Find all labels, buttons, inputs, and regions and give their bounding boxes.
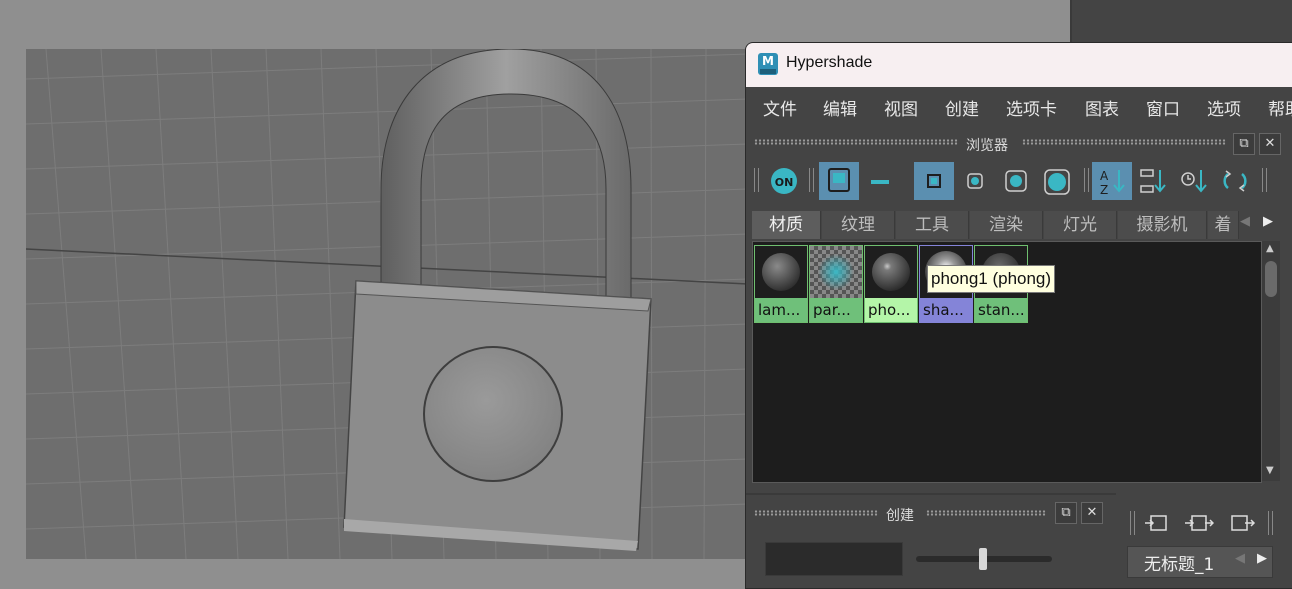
sort-az-icon: A Z — [1100, 169, 1125, 197]
large-icon-icon — [1005, 170, 1027, 192]
panel-drag-handle[interactable] — [754, 139, 958, 145]
toolbar-separator — [1130, 511, 1135, 535]
extra-large-icon-button[interactable] — [1037, 162, 1077, 200]
sort-by-name-button[interactable]: A Z — [1092, 162, 1132, 200]
menu-bar: 文件 编辑 视图 创建 选项卡 图表 窗口 选项 帮助 — [746, 89, 1292, 123]
input-output-connections-icon[interactable] — [1184, 513, 1215, 537]
sort-by-type-button[interactable] — [1133, 162, 1173, 200]
graph-tab-scroll-left-icon[interactable]: ◀ — [1235, 551, 1245, 566]
graph-tab[interactable]: 无标题_1 — [1127, 546, 1273, 578]
category-tabs: 材质 纹理 工具 渲染 灯光 摄影机 着 — [752, 211, 1239, 241]
hypershade-window: M Hypershade 文件 编辑 视图 创建 选项卡 图表 窗口 选项 帮助… — [745, 42, 1292, 589]
browser-panel-label: 浏览器 — [966, 138, 1008, 154]
swatch-label: sha... — [920, 298, 972, 322]
swatch-label: stan... — [975, 298, 1027, 322]
menu-file[interactable]: 文件 — [763, 95, 797, 120]
toolbar-separator — [1262, 168, 1267, 192]
sort-by-time-button[interactable] — [1174, 162, 1214, 200]
menu-help[interactable]: 帮助 — [1268, 95, 1292, 120]
svg-text:A: A — [1100, 169, 1109, 183]
create-panel-label: 创建 — [886, 508, 914, 524]
svg-text:ON: ON — [775, 176, 794, 189]
create-panel: 创建 ⧉ ✕ 无标题_1 ◀ ▶ — [746, 493, 1292, 588]
sort-type-icon — [1140, 169, 1166, 193]
graph-tab-scroll-right-icon[interactable]: ▶ — [1257, 551, 1267, 566]
refresh-icon — [1223, 170, 1247, 192]
toolbar-separator — [809, 168, 814, 192]
input-connections-icon[interactable] — [1144, 513, 1168, 537]
menu-tabs[interactable]: 选项卡 — [1006, 95, 1057, 120]
scrollbar-thumb[interactable] — [1265, 261, 1277, 297]
close-panel-icon[interactable]: ✕ — [1259, 133, 1281, 155]
small-icon-button[interactable] — [914, 162, 954, 200]
graph-tab-label: 无标题_1 — [1144, 555, 1215, 575]
padlock-model — [343, 49, 652, 551]
swatch-scrollbar[interactable]: ▲ ▼ — [1262, 241, 1280, 481]
menu-edit[interactable]: 编辑 — [823, 95, 857, 120]
toolbar-separator — [1268, 511, 1273, 535]
panel-drag-handle-right[interactable] — [926, 510, 1046, 516]
panel-drag-handle-right[interactable] — [1022, 139, 1226, 145]
toolbar-separator — [754, 168, 759, 192]
title-bar[interactable]: M Hypershade — [746, 43, 1292, 87]
tab-cameras[interactable]: 摄影机 — [1118, 211, 1207, 239]
float-panel-icon[interactable]: ⧉ — [1055, 502, 1077, 524]
viewport-scene — [26, 49, 748, 559]
menu-graph[interactable]: 图表 — [1085, 95, 1119, 120]
large-icon-button[interactable] — [996, 162, 1036, 200]
menu-view[interactable]: 视图 — [884, 95, 918, 120]
svg-text:Z: Z — [1100, 183, 1108, 197]
swatch-preview — [810, 246, 862, 298]
extra-large-icon-icon — [1044, 169, 1070, 195]
swatch-tooltip: phong1 (phong) — [927, 265, 1056, 293]
float-panel-icon[interactable]: ⧉ — [1233, 133, 1255, 155]
scroll-up-icon[interactable]: ▲ — [1266, 243, 1274, 254]
swatch-size-slider-thumb[interactable] — [979, 548, 987, 570]
refresh-button[interactable] — [1215, 162, 1255, 200]
swatch-label: pho... — [865, 298, 917, 322]
tab-lights[interactable]: 灯光 — [1044, 211, 1117, 239]
close-panel-icon[interactable]: ✕ — [1081, 502, 1103, 524]
swatch-particle-cloud[interactable]: par... — [809, 245, 863, 323]
tab-scroll-left-icon[interactable]: ◀ — [1240, 214, 1250, 229]
viewport-3d[interactable] — [26, 49, 748, 559]
menu-options[interactable]: 选项 — [1207, 95, 1241, 120]
swatch-phong[interactable]: pho... — [864, 245, 918, 323]
tab-shading-groups[interactable]: 着 — [1208, 211, 1239, 239]
swatch-view-icon — [828, 168, 850, 192]
menu-create[interactable]: 创建 — [945, 95, 979, 120]
tab-materials[interactable]: 材质 — [752, 211, 821, 239]
tab-scroll-right-icon[interactable]: ▶ — [1263, 214, 1273, 229]
maya-app-icon: M — [758, 53, 778, 75]
medium-icon-icon — [967, 173, 983, 189]
background-panel — [1070, 0, 1292, 42]
small-icon-icon — [927, 174, 941, 188]
panel-drag-handle[interactable] — [754, 510, 878, 516]
swatch-lambert[interactable]: lam... — [754, 245, 808, 323]
swatch-view-button[interactable] — [819, 162, 859, 200]
medium-icon-button[interactable] — [956, 162, 996, 200]
output-connections-icon[interactable] — [1230, 513, 1256, 537]
swatch-preview — [755, 246, 807, 298]
tab-rendering[interactable]: 渲染 — [970, 211, 1043, 239]
tab-textures[interactable]: 纹理 — [822, 211, 895, 239]
scroll-down-icon[interactable]: ▼ — [1266, 465, 1274, 476]
toolbar-separator — [1084, 168, 1089, 192]
material-swatch-area[interactable]: lam... par... pho... sha... stan... phon… — [752, 241, 1262, 483]
window-title: Hypershade — [786, 54, 873, 71]
swatch-label: par... — [810, 298, 862, 322]
swatch-preview — [865, 246, 917, 298]
on-toggle-button[interactable]: ON — [765, 162, 805, 200]
swatch-label: lam... — [755, 298, 807, 322]
list-view-icon — [871, 180, 889, 184]
sort-time-icon — [1181, 170, 1207, 193]
create-search-field[interactable] — [765, 542, 903, 576]
list-view-button[interactable] — [860, 162, 900, 200]
menu-window[interactable]: 窗口 — [1146, 95, 1180, 120]
tab-utilities[interactable]: 工具 — [896, 211, 969, 239]
